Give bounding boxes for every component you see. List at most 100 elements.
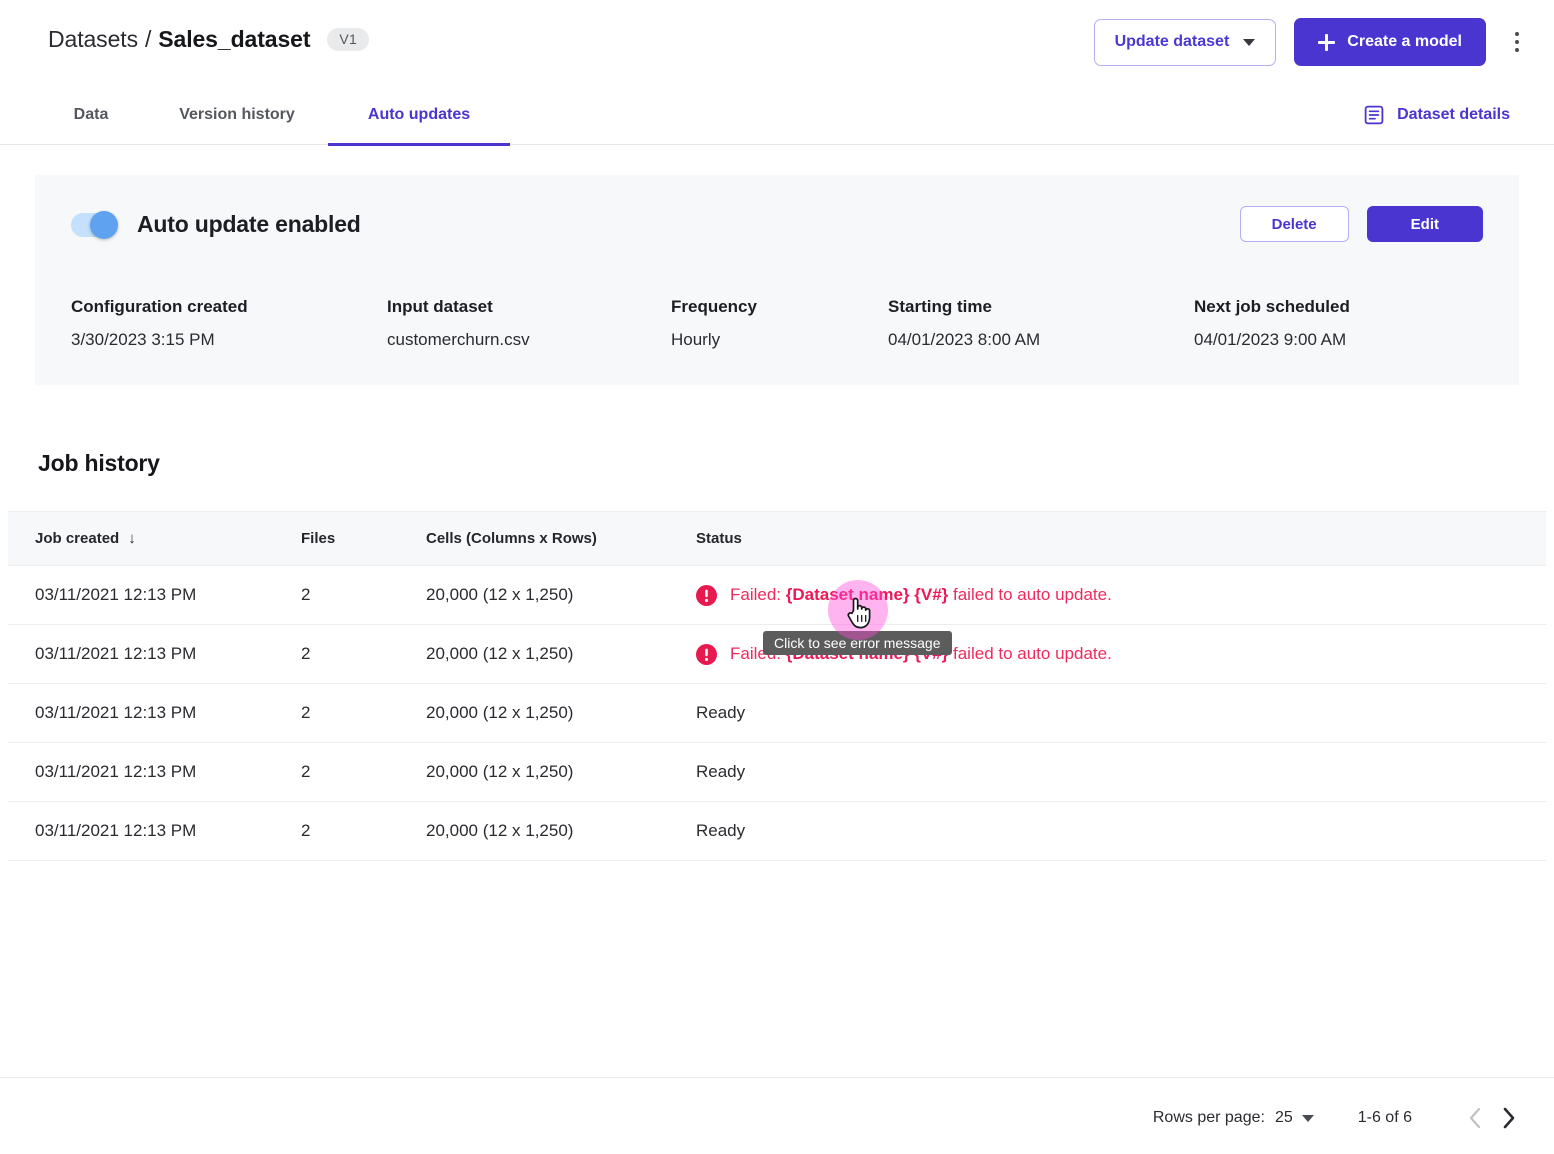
cell-files: 2 (301, 585, 426, 605)
table-row[interactable]: 03/11/2021 12:13 PM 2 20,000 (12 x 1,250… (8, 743, 1546, 802)
job-history-table: Job created ↓ Files Cells (Columns x Row… (8, 511, 1546, 861)
status-badge: Ready (696, 703, 745, 723)
plus-icon (1318, 34, 1335, 51)
table-row[interactable]: 03/11/2021 12:13 PM 2 20,000 (12 x 1,250… (8, 802, 1546, 861)
sort-descending-icon: ↓ (128, 530, 136, 547)
meta-label: Configuration created (71, 297, 387, 317)
meta-next-job-scheduled: Next job scheduled 04/01/2023 9:00 AM (1194, 297, 1494, 350)
meta-input-dataset: Input dataset customerchurn.csv (387, 297, 671, 350)
config-meta-grid: Configuration created 3/30/2023 3:15 PM … (71, 297, 1483, 350)
edit-button[interactable]: Edit (1367, 206, 1483, 242)
meta-value: customerchurn.csv (387, 330, 671, 350)
tab-auto-updates[interactable]: Auto updates (328, 85, 510, 145)
dataset-details-label: Dataset details (1397, 106, 1510, 124)
column-header-status[interactable]: Status (696, 530, 1546, 547)
cell-cells: 20,000 (12 x 1,250) (426, 762, 696, 782)
meta-starting-time: Starting time 04/01/2023 8:00 AM (888, 297, 1194, 350)
breadcrumb: Datasets / Sales_dataset V1 (48, 26, 369, 53)
tab-list: Data Version history Auto updates (36, 85, 510, 145)
cell-cells: 20,000 (12 x 1,250) (426, 703, 696, 723)
top-bar-actions: Update dataset Create a model (1094, 18, 1530, 66)
chevron-down-icon[interactable] (1302, 1115, 1314, 1122)
footer-divider (0, 1077, 1554, 1078)
column-header-label: Job created (35, 530, 119, 547)
table-row[interactable]: 03/11/2021 12:13 PM 2 20,000 (12 x 1,250… (8, 684, 1546, 743)
cell-cells: 20,000 (12 x 1,250) (426, 585, 696, 605)
status-badge: Ready (696, 762, 745, 782)
column-header-label: Files (301, 530, 335, 547)
meta-label: Frequency (671, 297, 888, 317)
status-badge: Failed: {Dataset name} {V#} failed to au… (730, 585, 1112, 605)
auto-update-toggle-row: Auto update enabled (71, 211, 361, 238)
cell-job-created: 03/11/2021 12:13 PM (8, 821, 301, 841)
meta-frequency: Frequency Hourly (671, 297, 888, 350)
tooltip-content: Click to see error message (763, 631, 952, 655)
more-vertical-icon[interactable] (1504, 24, 1530, 60)
tab-version-history[interactable]: Version history (146, 85, 328, 145)
meta-label: Input dataset (387, 297, 671, 317)
tab-data-label: Data (74, 106, 109, 124)
meta-value: 04/01/2023 8:00 AM (888, 330, 1194, 350)
pagination-range: 1-6 of 6 (1358, 1109, 1412, 1127)
breadcrumb-root-link[interactable]: Datasets (48, 26, 138, 53)
delete-button[interactable]: Delete (1240, 206, 1349, 242)
page-root: Datasets / Sales_dataset V1 Update datas… (0, 0, 1554, 1154)
toggle-knob (90, 211, 118, 239)
auto-update-toggle[interactable] (71, 213, 118, 237)
create-model-label: Create a model (1347, 33, 1462, 51)
dataset-details-link[interactable]: Dataset details (1364, 85, 1510, 145)
cell-files: 2 (301, 762, 426, 782)
breadcrumb-separator: / (145, 26, 151, 53)
rows-per-page-label: Rows per page: (1153, 1109, 1265, 1127)
error-icon (696, 644, 717, 665)
chevron-left-icon[interactable] (1458, 1101, 1492, 1135)
column-header-label: Status (696, 530, 742, 547)
cell-status: Ready (696, 703, 1546, 723)
update-dataset-label: Update dataset (1115, 33, 1230, 51)
cell-files: 2 (301, 644, 426, 664)
status-entity: {Dataset name} {V#} (786, 585, 949, 604)
status-badge: Ready (696, 821, 745, 841)
meta-value: 04/01/2023 9:00 AM (1194, 330, 1494, 350)
config-actions: Delete Edit (1240, 206, 1483, 242)
status-suffix: failed to auto update. (948, 585, 1112, 604)
create-model-button[interactable]: Create a model (1294, 18, 1486, 66)
chevron-right-icon[interactable] (1492, 1101, 1526, 1135)
document-list-icon (1364, 105, 1384, 125)
meta-label: Starting time (888, 297, 1194, 317)
pagination: Rows per page: 25 1-6 of 6 (1153, 1101, 1526, 1135)
chevron-down-icon (1243, 39, 1255, 46)
cell-job-created: 03/11/2021 12:13 PM (8, 762, 301, 782)
job-history-title: Job history (38, 450, 160, 477)
column-header-label: Cells (Columns x Rows) (426, 530, 597, 547)
meta-label: Next job scheduled (1194, 297, 1494, 317)
meta-value: Hourly (671, 330, 888, 350)
tab-auto-updates-label: Auto updates (368, 106, 470, 124)
cell-status: Ready (696, 762, 1546, 782)
column-header-job-created[interactable]: Job created ↓ (8, 530, 301, 547)
tab-version-history-label: Version history (179, 106, 295, 124)
meta-value: 3/30/2023 3:15 PM (71, 330, 387, 350)
meta-configuration-created: Configuration created 3/30/2023 3:15 PM (71, 297, 387, 350)
status-suffix: failed to auto update. (948, 644, 1112, 663)
column-header-cells[interactable]: Cells (Columns x Rows) (426, 530, 696, 547)
version-badge: V1 (327, 28, 369, 51)
top-bar: Datasets / Sales_dataset V1 Update datas… (0, 0, 1554, 85)
cell-status[interactable]: Failed: {Dataset name} {V#} failed to au… (696, 585, 1546, 606)
table-row[interactable]: 03/11/2021 12:13 PM 2 20,000 (12 x 1,250… (8, 566, 1546, 625)
update-dataset-button[interactable]: Update dataset (1094, 19, 1277, 66)
auto-update-toggle-label: Auto update enabled (137, 211, 361, 238)
cell-job-created: 03/11/2021 12:13 PM (8, 644, 301, 664)
cell-cells: 20,000 (12 x 1,250) (426, 821, 696, 841)
breadcrumb-current: Sales_dataset (158, 26, 310, 53)
cell-status: Ready (696, 821, 1546, 841)
cell-job-created: 03/11/2021 12:13 PM (8, 585, 301, 605)
tab-bar: Data Version history Auto updates Datase… (0, 85, 1554, 145)
column-header-files[interactable]: Files (301, 530, 426, 547)
error-icon (696, 585, 717, 606)
status-prefix: Failed: (730, 585, 786, 604)
cell-cells: 20,000 (12 x 1,250) (426, 644, 696, 664)
rows-per-page-value[interactable]: 25 (1275, 1109, 1293, 1127)
tab-data[interactable]: Data (36, 85, 146, 145)
cell-job-created: 03/11/2021 12:13 PM (8, 703, 301, 723)
